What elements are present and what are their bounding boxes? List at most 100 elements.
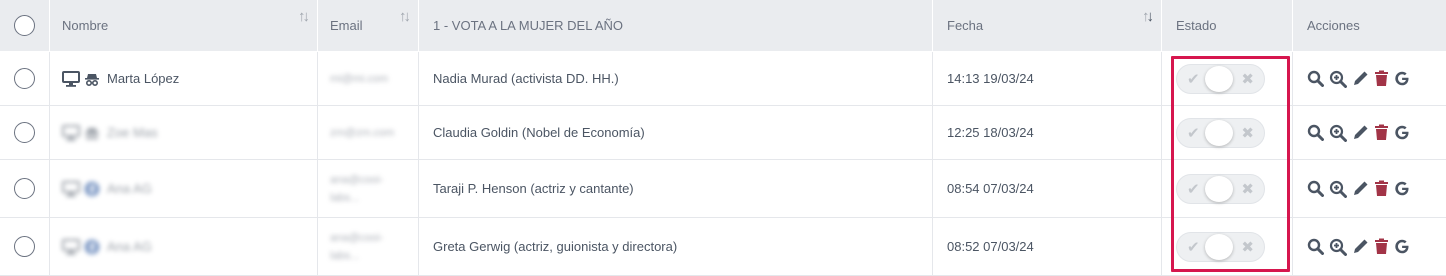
user-name[interactable]: Ana AG (107, 239, 152, 254)
cross-icon: ✖ (1241, 238, 1254, 256)
zoom-in-icon[interactable] (1329, 70, 1347, 88)
email-cell: zm@zm.com (318, 106, 419, 159)
table-row: Marta López mi@mi.com Nadia Murad (activ… (0, 52, 1446, 106)
actions-cell (1293, 160, 1446, 217)
search-icon[interactable] (1307, 70, 1324, 87)
email-value: zm@zm.com (330, 124, 394, 142)
actions-cell (1293, 52, 1446, 105)
delete-trash-icon[interactable] (1374, 238, 1389, 255)
name-wrap: Zoe Mas (62, 124, 158, 141)
vote-cell: Nadia Murad (activista DD. HH.) (419, 52, 933, 105)
email-line: labs... (330, 191, 360, 204)
delete-trash-icon[interactable] (1374, 124, 1389, 141)
sort-icon[interactable]: ↑↓ (399, 8, 411, 25)
header-acciones: Acciones (1293, 0, 1446, 51)
search-icon[interactable] (1307, 124, 1324, 141)
google-icon[interactable] (1394, 238, 1410, 255)
header-nombre-label: Nombre (62, 18, 109, 33)
estado-cell: ✔ ✖ (1162, 52, 1293, 105)
toggle-knob[interactable] (1205, 119, 1233, 146)
row-select-radio[interactable] (14, 68, 35, 89)
edit-pencil-icon[interactable] (1352, 70, 1369, 87)
table-row: Ana AG ana@cooi-labs... Greta Gerwig (ac… (0, 218, 1446, 276)
table-row: Ana AG ana@cooi-labs... Taraji P. Henson… (0, 160, 1446, 218)
header-nombre[interactable]: Nombre ↑↓ (50, 0, 318, 51)
row-actions (1307, 124, 1410, 142)
header-vote: 1 - VOTA A LA MUJER DEL AÑO (419, 0, 933, 51)
delete-trash-icon[interactable] (1374, 180, 1389, 197)
google-icon[interactable] (1394, 180, 1410, 197)
header-email[interactable]: Email ↑↓ (318, 0, 419, 51)
status-toggle[interactable]: ✔ ✖ (1176, 63, 1265, 94)
vote-cell: Taraji P. Henson (actriz y cantante) (419, 160, 933, 217)
edit-pencil-icon[interactable] (1352, 238, 1369, 255)
check-icon: ✔ (1187, 180, 1200, 198)
search-icon[interactable] (1307, 238, 1324, 255)
incognito-icon (84, 71, 100, 87)
table-header: Nombre ↑↓ Email ↑↓ 1 - VOTA A LA MUJER D… (0, 0, 1446, 51)
email-line: labs... (330, 249, 360, 262)
email-value: mi@mi.com (330, 70, 388, 88)
row-select-radio[interactable] (14, 236, 35, 257)
check-icon: ✔ (1187, 124, 1200, 142)
zoom-in-icon[interactable] (1329, 238, 1347, 256)
estado-cell: ✔ ✖ (1162, 218, 1293, 275)
facebook-icon (84, 181, 100, 197)
toggle-knob[interactable] (1205, 233, 1233, 260)
status-toggle[interactable]: ✔ ✖ (1176, 231, 1265, 262)
email-line: mi@mi.com (330, 72, 389, 85)
zoom-in-icon[interactable] (1329, 124, 1347, 142)
sort-icon[interactable]: ↑↓ (298, 8, 310, 25)
email-line: zm@zm.com (330, 126, 395, 139)
responses-table: Nombre ↑↓ Email ↑↓ 1 - VOTA A LA MUJER D… (0, 0, 1446, 276)
response-date: 08:54 07/03/24 (947, 181, 1034, 196)
row-select-cell (0, 52, 50, 105)
status-toggle[interactable]: ✔ ✖ (1176, 117, 1265, 148)
email-value: ana@cooi-labs... (330, 171, 383, 207)
desktop-icon (62, 180, 80, 197)
desktop-icon (62, 238, 80, 255)
row-actions (1307, 70, 1410, 88)
row-select-radio[interactable] (14, 122, 35, 143)
google-icon[interactable] (1394, 70, 1410, 87)
email-value: ana@cooi-labs... (330, 229, 383, 265)
sort-desc-icon[interactable]: ↑↓ (1142, 8, 1154, 25)
row-actions (1307, 180, 1410, 198)
select-all-cell (0, 0, 50, 51)
user-name[interactable]: Zoe Mas (107, 125, 158, 140)
row-actions (1307, 238, 1410, 256)
select-all-radio[interactable] (14, 15, 35, 36)
search-icon[interactable] (1307, 180, 1324, 197)
name-wrap: Ana AG (62, 180, 152, 197)
zoom-in-icon[interactable] (1329, 180, 1347, 198)
header-fecha-label: Fecha (947, 18, 984, 33)
header-acciones-label: Acciones (1307, 18, 1360, 33)
date-cell: 12:25 18/03/24 (933, 106, 1162, 159)
edit-pencil-icon[interactable] (1352, 124, 1369, 141)
actions-cell (1293, 106, 1446, 159)
desktop-icon (62, 70, 80, 87)
edit-pencil-icon[interactable] (1352, 180, 1369, 197)
toggle-knob[interactable] (1205, 65, 1233, 92)
check-icon: ✔ (1187, 70, 1200, 88)
response-date: 14:13 19/03/24 (947, 71, 1034, 86)
email-cell: ana@cooi-labs... (318, 218, 419, 275)
table-row: Zoe Mas zm@zm.com Claudia Goldin (Nobel … (0, 106, 1446, 160)
delete-trash-icon[interactable] (1374, 70, 1389, 87)
google-icon[interactable] (1394, 124, 1410, 141)
email-cell: ana@cooi-labs... (318, 160, 419, 217)
header-estado-label: Estado (1176, 18, 1217, 33)
name-wrap: Ana AG (62, 238, 152, 255)
toggle-knob[interactable] (1205, 175, 1233, 202)
user-name[interactable]: Marta López (107, 71, 179, 86)
cross-icon: ✖ (1241, 70, 1254, 88)
email-line: ana@cooi- (330, 173, 384, 186)
user-name[interactable]: Ana AG (107, 181, 152, 196)
name-cell: Ana AG (50, 160, 318, 217)
check-icon: ✔ (1187, 238, 1200, 256)
status-toggle[interactable]: ✔ ✖ (1176, 173, 1265, 204)
row-select-radio[interactable] (14, 178, 35, 199)
header-fecha[interactable]: Fecha ↑↓ (933, 0, 1162, 51)
vote-answer: Claudia Goldin (Nobel de Economía) (433, 125, 645, 140)
response-date: 12:25 18/03/24 (947, 125, 1034, 140)
